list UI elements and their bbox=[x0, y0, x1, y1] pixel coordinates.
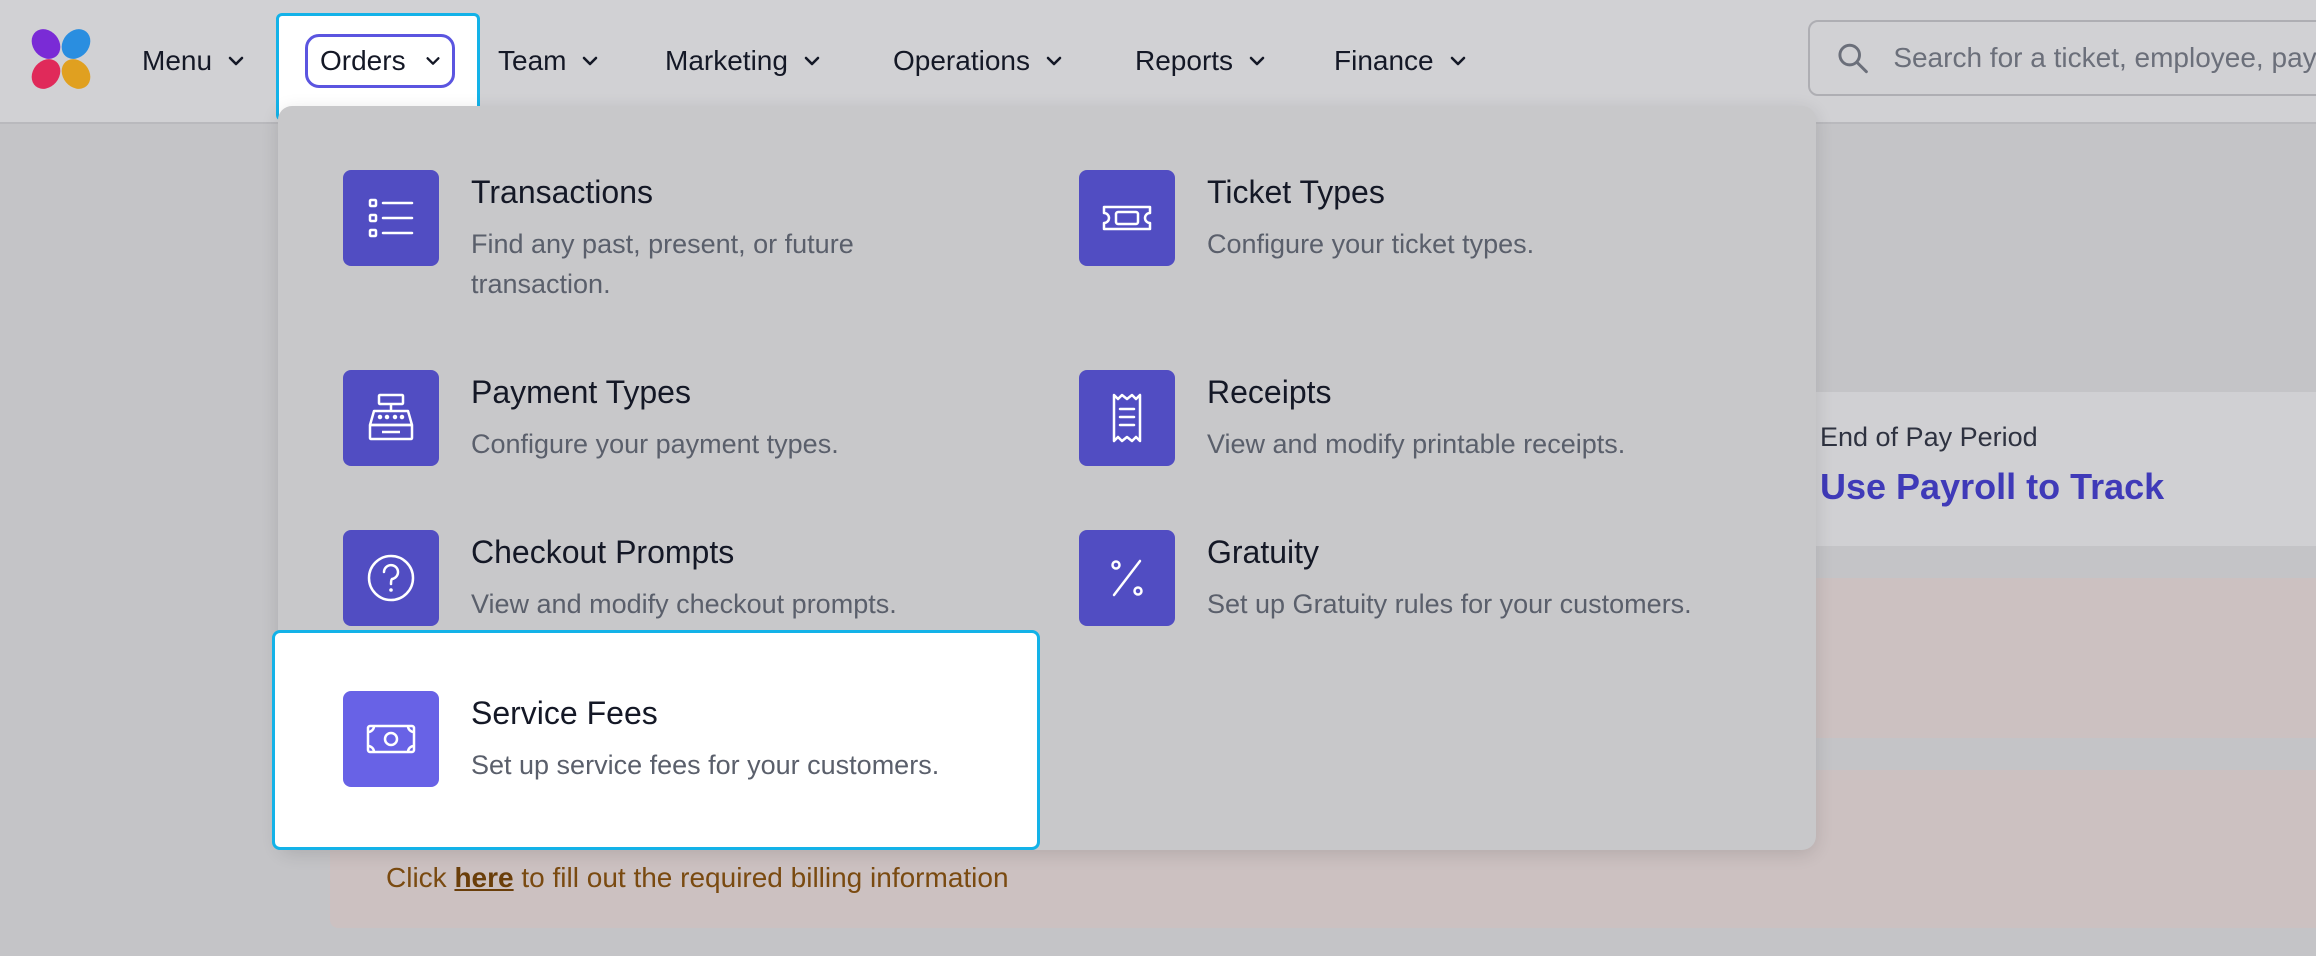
menu-item-title: Gratuity bbox=[1207, 534, 1320, 570]
billing-alert-prefix: Click bbox=[386, 862, 455, 893]
menu-item-desc: View and modify printable receipts. bbox=[1207, 429, 1626, 459]
menu-item-title: Payment Types bbox=[471, 374, 691, 410]
billing-alert-message: Click here to fill out the required bill… bbox=[386, 862, 1009, 894]
menu-item-payment-types[interactable]: Payment Types Configure your payment typ… bbox=[343, 370, 963, 480]
nav-marketing[interactable]: Marketing bbox=[665, 0, 822, 122]
nav-finance[interactable]: Finance bbox=[1334, 0, 1468, 122]
menu-item-desc: Find any past, present, or future transa… bbox=[471, 229, 854, 299]
chevron-down-icon bbox=[804, 56, 820, 66]
chevron-down-icon bbox=[1450, 56, 1465, 66]
chevron-down-icon bbox=[426, 57, 440, 65]
cash-register-icon bbox=[343, 370, 439, 466]
menu-item-desc: Set up service fees for your customers. bbox=[471, 750, 940, 780]
nav-orders-label: Orders bbox=[320, 45, 406, 76]
menu-item-title: Checkout Prompts bbox=[471, 534, 735, 570]
menu-item-title: Receipts bbox=[1207, 374, 1332, 410]
payroll-link[interactable]: Use Payroll to Track bbox=[1820, 466, 2164, 508]
nav-operations[interactable]: Operations bbox=[893, 0, 1064, 122]
nav-operations-label: Operations bbox=[893, 45, 1030, 76]
chevron-down-icon bbox=[1046, 56, 1062, 66]
pay-period-label: End of Pay Period bbox=[1820, 422, 2038, 452]
nav-marketing-label: Marketing bbox=[665, 45, 788, 76]
nav-menu-label: Menu bbox=[142, 45, 213, 76]
menu-item-desc: View and modify checkout prompts. bbox=[471, 589, 897, 619]
menu-item-desc: Configure your payment types. bbox=[471, 429, 839, 459]
nav-finance-label: Finance bbox=[1334, 45, 1434, 76]
menu-item-checkout-prompts[interactable]: Checkout Prompts View and modify checkou… bbox=[343, 530, 963, 640]
menu-item-title: Transactions bbox=[471, 174, 653, 210]
nav-orders[interactable]: Orders bbox=[305, 34, 455, 88]
nav-team[interactable]: Team bbox=[498, 0, 600, 122]
percent-icon bbox=[1079, 530, 1175, 626]
menu-item-service-fees[interactable]: Service Fees Set up service fees for you… bbox=[343, 691, 1003, 791]
menu-item-title: Service Fees bbox=[471, 695, 658, 731]
menu-item-desc: Configure your ticket types. bbox=[1207, 229, 1535, 259]
menu-item-transactions[interactable]: Transactions Find any past, present, or … bbox=[343, 170, 963, 310]
nav-menu[interactable]: Menu bbox=[142, 0, 246, 122]
app-logo-icon[interactable] bbox=[26, 24, 96, 94]
search-box bbox=[1808, 20, 2316, 96]
ticket-icon bbox=[1079, 170, 1175, 266]
chevron-down-icon bbox=[228, 56, 244, 66]
nav-reports-label: Reports bbox=[1135, 45, 1234, 76]
banknote-icon bbox=[343, 691, 439, 787]
menu-item-ticket-types[interactable]: Ticket Types Configure your ticket types… bbox=[1079, 170, 1699, 310]
chevron-down-icon bbox=[1249, 56, 1265, 66]
search-icon bbox=[1838, 43, 1868, 74]
menu-item-gratuity[interactable]: Gratuity Set up Gratuity rules for your … bbox=[1079, 530, 1759, 640]
pay-period-card: End of Pay Period Use Payroll to Track bbox=[1780, 392, 2316, 546]
service-fees-highlight: Service Fees Set up service fees for you… bbox=[272, 630, 1040, 850]
menu-item-receipts[interactable]: Receipts View and modify printable recei… bbox=[1079, 370, 1699, 480]
search-input[interactable] bbox=[1891, 41, 2316, 75]
chevron-down-icon bbox=[583, 56, 598, 66]
nav-orders-highlight: Orders bbox=[276, 13, 480, 121]
billing-alert-suffix: to fill out the required billing informa… bbox=[513, 862, 1009, 893]
question-circle-icon bbox=[343, 530, 439, 626]
billing-here-link[interactable]: here bbox=[454, 862, 513, 893]
nav-team-label: Team bbox=[498, 45, 567, 76]
list-icon bbox=[343, 170, 439, 266]
receipt-icon bbox=[1079, 370, 1175, 466]
menu-item-desc: Set up Gratuity rules for your customers… bbox=[1207, 589, 1692, 619]
nav-reports[interactable]: Reports bbox=[1135, 0, 1267, 122]
menu-item-title: Ticket Types bbox=[1207, 174, 1385, 210]
